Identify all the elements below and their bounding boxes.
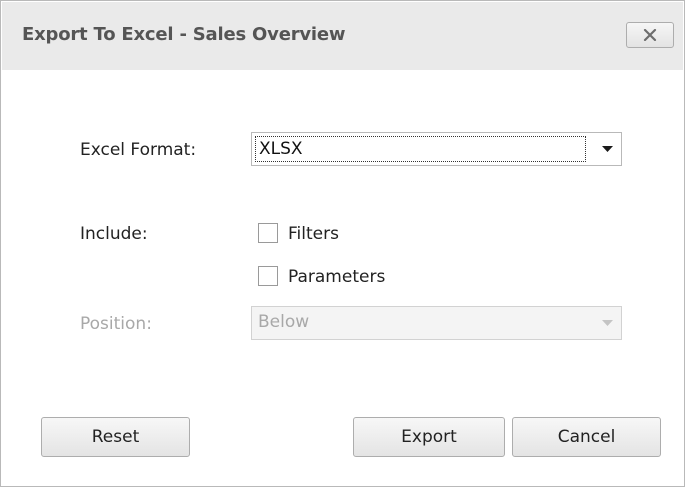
export-dialog: Export To Excel - Sales Overview Excel F… <box>0 0 685 487</box>
include-label: Include: <box>80 224 148 244</box>
reset-button[interactable]: Reset <box>41 417 190 457</box>
excel-format-label: Excel Format: <box>80 140 197 160</box>
parameters-checkbox[interactable] <box>258 266 278 286</box>
close-icon <box>643 29 657 41</box>
position-dropdown[interactable]: Below <box>251 306 622 340</box>
excel-format-dropdown[interactable]: XLSX <box>251 132 622 166</box>
title-bar: Export To Excel - Sales Overview <box>2 2 683 70</box>
chevron-down-icon <box>602 320 613 326</box>
cancel-button[interactable]: Cancel <box>512 417 661 457</box>
excel-format-value: XLSX <box>255 136 586 162</box>
export-button[interactable]: Export <box>353 417 505 457</box>
filters-label[interactable]: Filters <box>288 224 339 244</box>
close-button[interactable] <box>626 22 674 48</box>
chevron-down-icon <box>602 146 613 152</box>
position-value: Below <box>258 312 310 332</box>
filters-checkbox[interactable] <box>258 223 278 243</box>
position-label: Position: <box>80 314 152 334</box>
parameters-label[interactable]: Parameters <box>288 267 385 287</box>
dialog-title: Export To Excel - Sales Overview <box>22 24 346 45</box>
